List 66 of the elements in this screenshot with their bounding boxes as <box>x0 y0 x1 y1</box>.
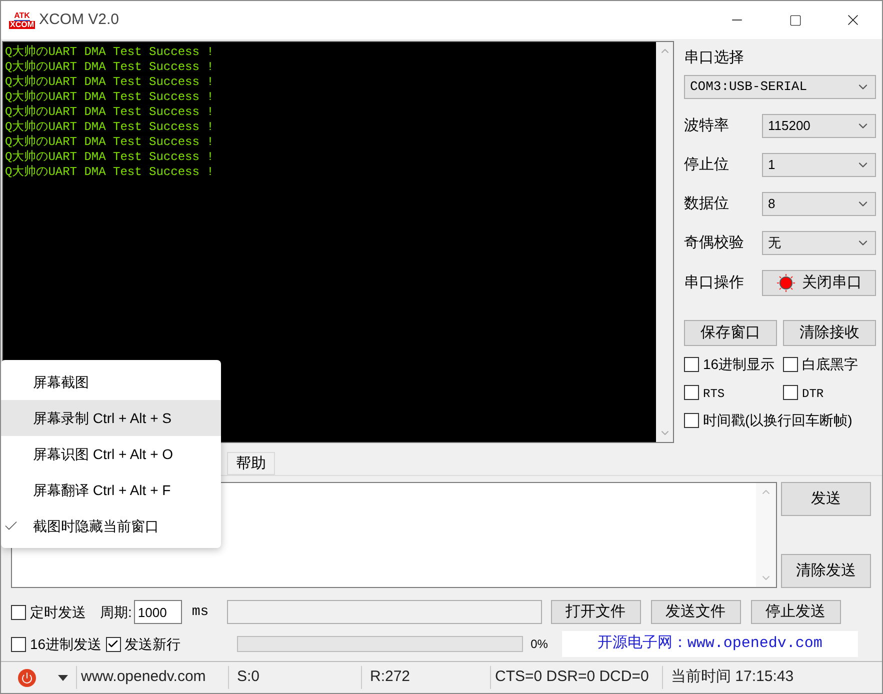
setting-select[interactable]: 8 <box>762 192 876 216</box>
window-title: XCOM V2.0 <box>39 10 120 30</box>
file-button[interactable]: 停止发送 <box>750 600 841 624</box>
send-button[interactable]: 清除发送 <box>781 554 871 588</box>
setting-select[interactable]: 115200 <box>762 114 876 138</box>
option-checkbox[interactable]: DTR <box>783 382 882 403</box>
receive-line: Q大帅のUART DMA Test Success ! <box>5 165 215 180</box>
period-unit: ms <box>192 602 209 622</box>
setting-label: 串口操作 <box>684 272 745 293</box>
setting-label: 停止位 <box>684 154 730 175</box>
receive-line: Q大帅のUART DMA Test Success ! <box>5 150 215 165</box>
hex-send-checkbox[interactable]: 16进制发送 <box>11 634 102 654</box>
receive-line: Q大帅のUART DMA Test Success ! <box>5 90 215 105</box>
menu-item[interactable]: 截图时隐藏当前窗口 <box>1 508 221 544</box>
website-banner[interactable]: 开源电子网：www.openedv.com <box>562 631 858 657</box>
newline-checkbox[interactable]: 发送新行 <box>106 634 181 654</box>
panel-title: 串口选择 <box>684 48 745 68</box>
checkbox[interactable] <box>783 357 798 372</box>
status-website: www.openedv.com <box>76 666 228 689</box>
receive-line: Q大帅のUART DMA Test Success ! <box>5 75 215 90</box>
checkbox[interactable] <box>11 604 26 620</box>
setting-label: 波特率 <box>684 116 730 136</box>
option-checkbox[interactable]: 时间戳(以换行回车断帧) <box>684 410 852 431</box>
menu-item[interactable]: 屏幕截图 <box>1 364 221 400</box>
checkbox[interactable] <box>783 385 798 400</box>
tab[interactable]: 帮助 <box>227 452 275 475</box>
file-button[interactable]: 打开文件 <box>550 600 641 624</box>
receive-line: Q大帅のUART DMA Test Success ! <box>5 45 215 60</box>
option-checkbox[interactable]: 16进制显示 <box>684 354 783 375</box>
receive-line: Q大帅のUART DMA Test Success ! <box>5 135 215 150</box>
menu-item[interactable]: 屏幕翻译 Ctrl + Alt + F <box>1 472 221 508</box>
period-label: 周期: <box>100 602 132 622</box>
port-select[interactable]: COM3:USB-SERIAL <box>684 75 876 99</box>
receive-area[interactable] <box>2 41 674 443</box>
status-lines: CTS=0 DSR=0 DCD=0 <box>490 666 662 689</box>
setting-label: 奇偶校验 <box>684 232 745 253</box>
panel-button[interactable]: 清除接收 <box>783 320 876 346</box>
progress-reading: 0% <box>530 636 548 653</box>
dropdown-arrow-icon[interactable] <box>58 674 68 680</box>
power-icon[interactable] <box>18 668 36 686</box>
checkbox[interactable] <box>106 636 121 652</box>
receive-line: Q大帅のUART DMA Test Success ! <box>5 120 215 135</box>
setting-select[interactable]: 1 <box>762 153 876 177</box>
maximize-icon[interactable] <box>788 14 802 26</box>
file-path-field[interactable] <box>226 600 542 624</box>
status-sent: S:0 <box>228 666 361 689</box>
period-field[interactable]: 1000 <box>134 600 182 624</box>
status-time: 当前时间 17:15:43 <box>662 666 794 689</box>
file-button[interactable]: 发送文件 <box>650 600 741 624</box>
receive-line: Q大帅のUART DMA Test Success ! <box>5 105 215 120</box>
checkbox[interactable] <box>11 636 26 652</box>
close-port-button[interactable]: 关闭串口 <box>762 270 876 296</box>
panel-button[interactable]: 保存窗口 <box>684 320 777 346</box>
timed-send-checkbox[interactable]: 定时发送 <box>11 602 86 622</box>
setting-label: 数据位 <box>684 194 730 214</box>
option-checkbox[interactable]: 白底黑字 <box>783 354 882 375</box>
option-checkbox[interactable]: RTS <box>684 382 783 403</box>
checkbox[interactable] <box>684 413 699 428</box>
checkbox[interactable] <box>684 357 699 372</box>
menu-item[interactable]: 屏幕录制 Ctrl + Alt + S <box>1 400 221 436</box>
send-button[interactable]: 发送 <box>781 482 871 516</box>
checkbox[interactable] <box>684 385 699 400</box>
menu-item[interactable]: 屏幕识图 Ctrl + Alt + O <box>1 436 221 472</box>
status-received: R:272 <box>361 666 490 689</box>
receive-line: Q大帅のUART DMA Test Success ! <box>5 60 215 75</box>
setting-select[interactable]: 无 <box>762 231 876 255</box>
